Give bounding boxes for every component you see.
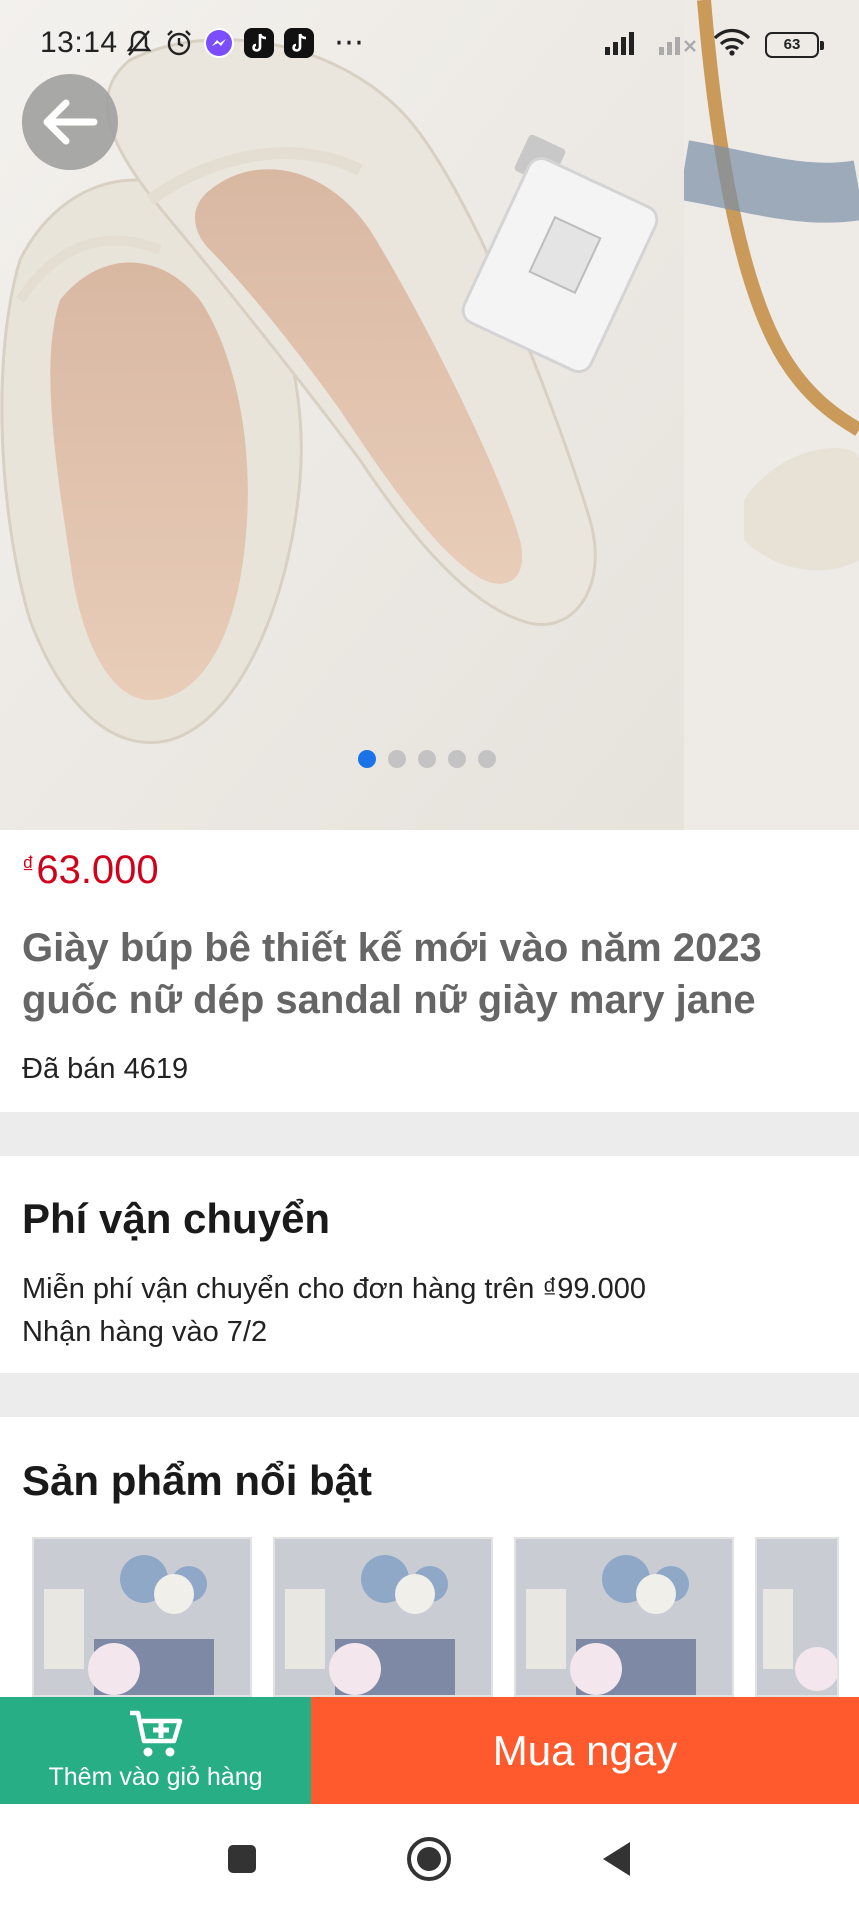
alarm-icon [164,28,194,58]
tiktok-icon [244,28,274,58]
more-notifications-icon: ⋯ [334,26,365,59]
add-to-cart-button[interactable]: Thêm vào giỏ hàng [0,1697,311,1804]
messenger-icon [204,28,234,58]
section-divider [0,1112,859,1156]
home-button[interactable] [404,1834,454,1884]
battery-indicator: 63 [765,31,824,58]
free-shipping-text: Miễn phí vận chuyển cho đơn hàng trên ₫9… [22,1273,646,1305]
square-icon [228,1845,256,1873]
signal-icon [605,29,645,60]
wifi-icon [713,28,751,61]
sold-count: Đã bán 4619 [22,1053,189,1085]
product-image-gallery[interactable] [0,0,859,830]
bottom-action-bar: Thêm vào giỏ hàng Mua ngay [0,1697,859,1804]
featured-product-card[interactable] [755,1537,839,1697]
product-title: Giày búp bê thiết kế mới vào năm 2023 gu… [22,926,762,1022]
currency-symbol: ₫ [22,852,35,879]
arrow-left-icon [43,99,98,145]
carousel-dot[interactable] [478,750,496,768]
featured-product-thumbnail [34,1539,250,1695]
status-time: 13:14 [40,26,118,59]
featured-product-card[interactable] [32,1537,252,1697]
shipping-section-title: Phí vận chuyển [22,1195,331,1242]
featured-product-thumbnail [757,1539,837,1695]
carousel-dot[interactable] [448,750,466,768]
featured-product-thumbnail [516,1539,732,1695]
circle-icon [407,1837,451,1881]
featured-products-list[interactable] [0,1537,859,1697]
back-button[interactable] [22,74,118,170]
price-value: 63.000 [36,848,159,892]
tiktok-lite-icon [284,28,314,58]
delivery-date-text: Nhận hàng vào 7/2 [22,1316,268,1348]
recent-apps-button[interactable] [217,1834,267,1884]
basket-photo [678,0,859,830]
nav-back-button[interactable] [592,1834,642,1884]
carousel-dot[interactable] [358,750,376,768]
system-icons: 63 [605,28,824,61]
carousel-dot[interactable] [418,750,436,768]
cart-plus-icon [129,1710,182,1757]
signal-no-sim-icon [659,29,699,60]
buy-now-button[interactable]: Mua ngay [311,1697,859,1804]
product-image-next[interactable] [678,0,859,830]
carousel-indicator [358,750,496,768]
status-bar: 13:14 ⋯ 63 [0,0,859,92]
featured-product-card[interactable] [273,1537,493,1697]
triangle-back-icon [603,1842,630,1876]
carousel-dot[interactable] [388,750,406,768]
featured-product-thumbnail [275,1539,491,1695]
notification-icons: ⋯ [124,28,365,58]
featured-product-card[interactable] [514,1537,734,1697]
featured-section-title: Sản phẩm nổi bật [22,1457,373,1504]
add-to-cart-label: Thêm vào giỏ hàng [48,1763,263,1791]
mute-bell-icon [124,28,154,58]
product-price: ₫ 63.000 [22,848,159,893]
section-divider [0,1373,859,1417]
system-navigation-bar [0,1804,859,1908]
